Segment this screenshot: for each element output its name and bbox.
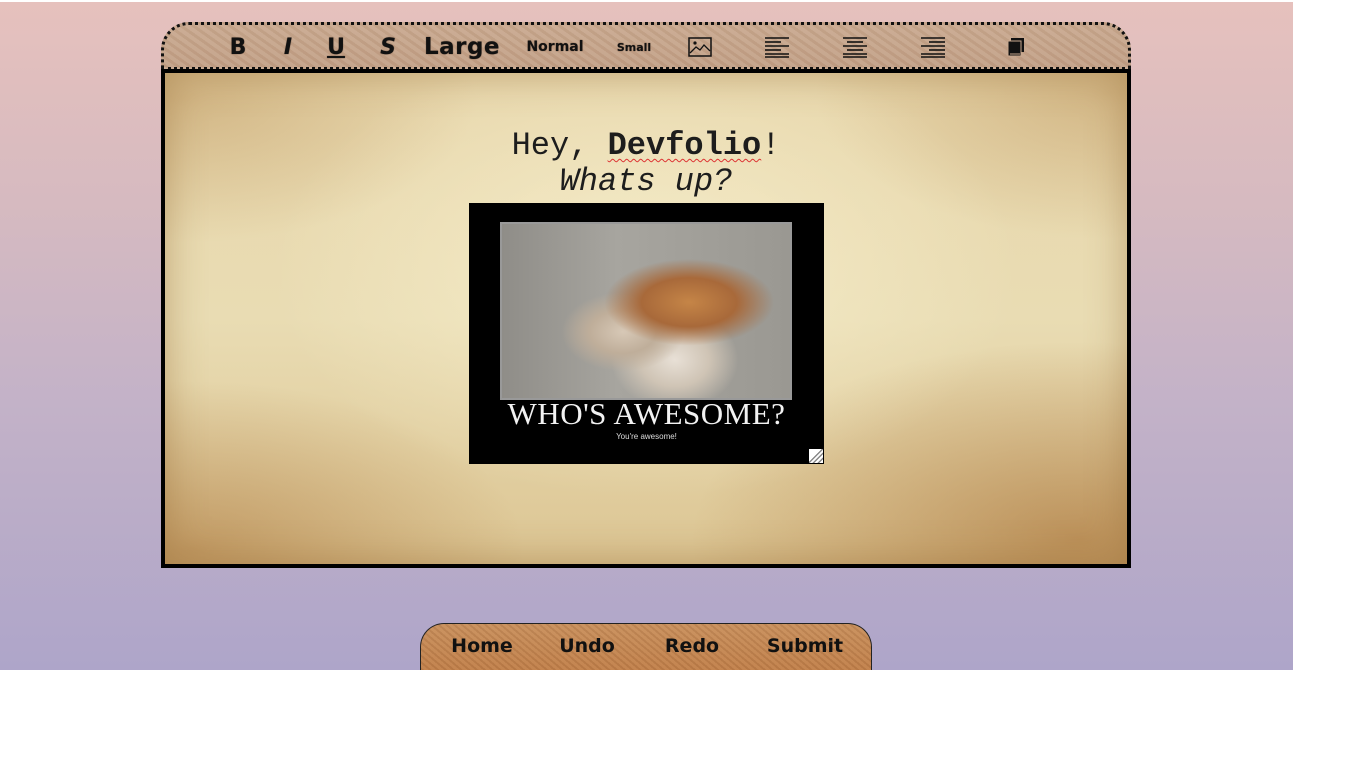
redo-button[interactable]: Redo [665,632,719,660]
undo-button[interactable]: Undo [559,632,615,660]
insert-image-button[interactable] [688,31,712,63]
align-center-icon [843,37,867,58]
formatting-toolbar: B I U S Large Normal Small [161,22,1131,70]
small-text-button[interactable]: Small [616,31,652,63]
meme-image[interactable]: WHO'S AWESOME? You're awesome! [469,203,824,464]
italic-button[interactable]: I [278,31,298,63]
home-button[interactable]: Home [451,632,513,660]
greeting-suffix: ! [761,127,781,164]
bottom-navigation: Home Undo Redo Submit [420,623,872,670]
normal-text-button[interactable]: Normal [526,31,584,63]
strikethrough-button[interactable]: S [378,31,398,63]
resize-handle-icon[interactable] [809,449,823,463]
meme-caption: WHO'S AWESOME? [507,396,786,431]
greeting-text: Hey, Devfolio! [165,128,1127,164]
save-icon [1007,38,1024,57]
subline-text: Whats up? [559,163,733,200]
greeting-name: Devfolio [607,127,762,164]
puppy-photo [500,222,792,400]
align-left-button[interactable] [765,31,789,63]
save-button[interactable] [1006,31,1026,63]
align-right-icon [921,37,945,58]
image-icon [688,37,712,57]
bold-button[interactable]: B [228,31,248,63]
rich-text-editor[interactable]: Hey, Devfolio! Whats up? WHO'S AWESOME? … [161,69,1131,568]
align-center-button[interactable] [843,31,867,63]
underline-button[interactable]: U [326,31,346,63]
meme-subcaption: You're awesome! [616,432,677,441]
submit-button[interactable]: Submit [767,632,843,660]
greeting-prefix: Hey, [511,127,608,164]
align-left-icon [765,37,789,58]
large-text-button[interactable]: Large [424,31,500,63]
align-right-button[interactable] [921,31,945,63]
